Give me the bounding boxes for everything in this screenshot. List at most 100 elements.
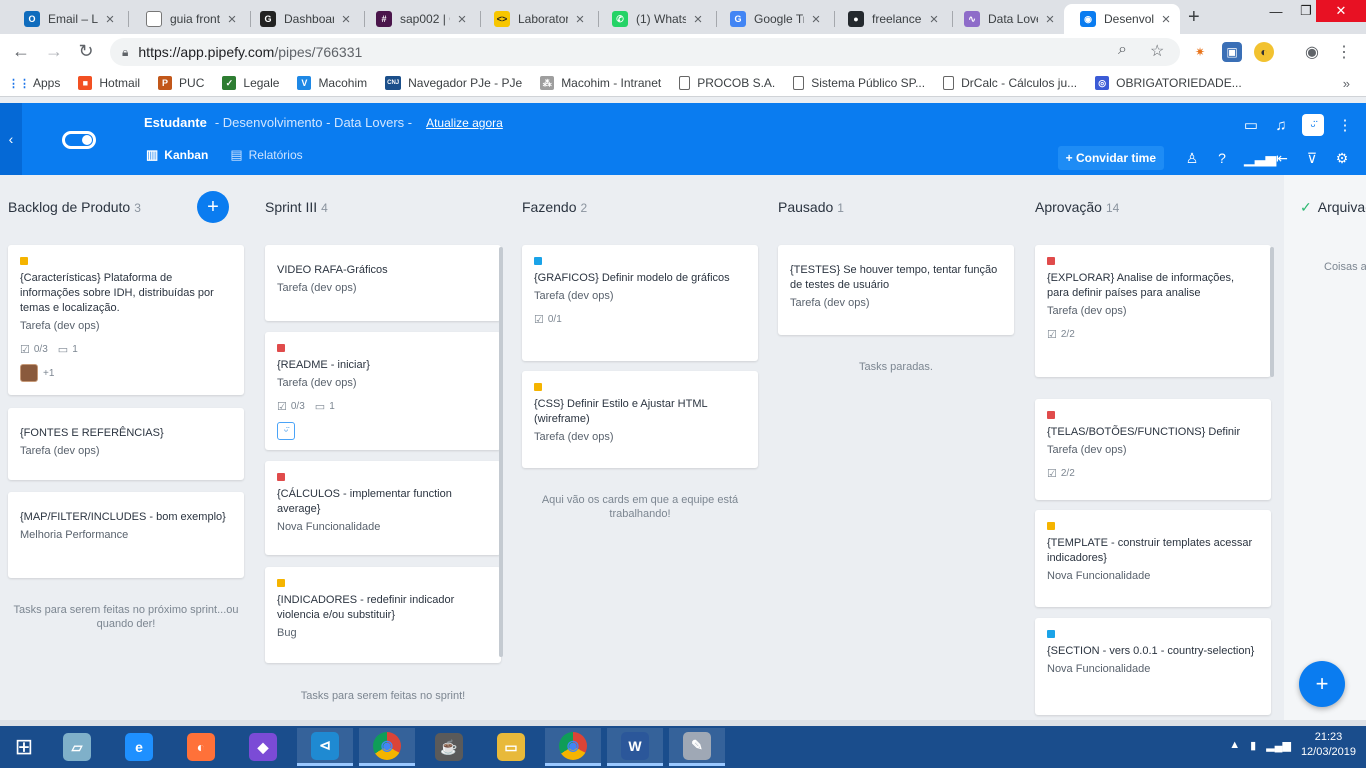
phase-header[interactable]: Sprint III 4	[265, 199, 328, 215]
tray-expand-icon[interactable]: ▲	[1229, 739, 1240, 751]
close-tab-icon[interactable]: ×	[926, 11, 942, 28]
close-tab-icon[interactable]: ×	[1042, 11, 1058, 28]
column-scrollbar[interactable]	[1270, 247, 1274, 377]
close-window-button[interactable]: ✕	[1316, 0, 1366, 22]
browser-tab[interactable]: O Email – Li ×	[8, 4, 124, 34]
pipe-name[interactable]: Estudante	[144, 115, 207, 130]
taskbar-app[interactable]: ▱	[49, 728, 105, 766]
zoom-icon[interactable]: ⌕	[1118, 41, 1127, 59]
back-arrow-icon[interactable]: ←	[10, 41, 32, 62]
taskbar-app[interactable]: ◐	[173, 728, 229, 766]
bookmark-item[interactable]: ⋮⋮ Apps	[8, 76, 60, 90]
kanban-card[interactable]: {TEMPLATE - construir templates acessar …	[1035, 510, 1271, 607]
forward-arrow-icon[interactable]: →	[43, 41, 65, 62]
phase-header[interactable]: Pausado 1	[778, 199, 844, 215]
kanban-card[interactable]: {EXPLORAR} Analise de informações, para …	[1035, 245, 1271, 377]
phase-header[interactable]: Backlog de Produto 3	[8, 199, 141, 215]
browser-tab[interactable]: ● freelancer ×	[832, 4, 948, 34]
user-avatar[interactable]: ᵕ̈	[1302, 114, 1324, 136]
bookmark-item[interactable]: ⁂ Macohim - Intranet	[540, 76, 661, 90]
browser-tab[interactable]: ◉ Desenvol ×	[1064, 4, 1180, 34]
bookmark-star-icon[interactable]: ☆	[1150, 41, 1164, 61]
url-bar[interactable]: 🔒︎ https://app.pipefy.com/pipes/766331	[110, 38, 1180, 66]
taskbar-app[interactable]: ◆	[235, 728, 291, 766]
browser-tab[interactable]: guia front ×	[130, 4, 246, 34]
bookmarks-overflow-button[interactable]: »	[1343, 76, 1350, 91]
close-tab-icon[interactable]: ×	[1158, 11, 1174, 28]
import-icon[interactable]: ⇤	[1274, 150, 1290, 167]
more-options-icon[interactable]: ⋮	[1336, 116, 1354, 134]
kanban-card[interactable]: VIDEO RAFA-Gráficos Tarefa (dev ops)	[265, 245, 501, 321]
taskbar-app[interactable]: e	[111, 728, 167, 766]
taskbar-app[interactable]: W	[607, 728, 663, 766]
close-tab-icon[interactable]: ×	[572, 11, 588, 28]
browser-tab[interactable]: ✆ (1) Whats ×	[596, 4, 712, 34]
phase-header[interactable]: ✓ Arquivado	[1300, 199, 1366, 216]
extension-icon[interactable]: ✷	[1190, 42, 1210, 62]
bookmark-item[interactable]: ◎ OBRIGATORIEDADE...	[1095, 76, 1242, 90]
bookmark-item[interactable]: V Macohim	[297, 76, 367, 90]
browser-tab[interactable]: # sap002 | C ×	[360, 4, 476, 34]
bookmark-item[interactable]: Sistema Público SP...	[793, 76, 925, 90]
taskbar-app[interactable]: ☕	[421, 728, 477, 766]
add-card-button[interactable]: +	[197, 191, 229, 223]
phase-header[interactable]: Fazendo 2	[522, 199, 587, 215]
assignee-avatar[interactable]: ᵕ̈	[277, 422, 295, 440]
reload-icon[interactable]: ↻	[75, 41, 97, 62]
bookmark-item[interactable]: ✓ Legale	[222, 76, 279, 90]
collapse-sidebar-icon[interactable]: ‹	[0, 103, 22, 175]
kanban-card[interactable]: {TELAS/BOTÕES/FUNCTIONS} Definir Tarefa (…	[1035, 399, 1271, 500]
browser-tab[interactable]: G Google Tr ×	[714, 4, 830, 34]
taskbar-app[interactable]: ⊲	[297, 728, 353, 766]
kanban-card[interactable]: {MAP/FILTER/INCLUDES - bom exemplo} Melho…	[8, 492, 244, 578]
close-tab-icon[interactable]: ×	[338, 11, 354, 28]
bookmark-item[interactable]: P PUC	[158, 76, 204, 90]
kanban-card[interactable]: {GRAFICOS} Definir modelo de gráficos Tar…	[522, 245, 758, 361]
phase-header[interactable]: Aprovação 14	[1035, 199, 1119, 215]
bookmark-item[interactable]: ■ Hotmail	[78, 76, 140, 90]
battery-icon[interactable]: ▮	[1250, 739, 1256, 752]
new-tab-button[interactable]: +	[1188, 6, 1200, 29]
extension-icon[interactable]: ◐	[1254, 42, 1274, 62]
taskbar-app[interactable]: ◉	[545, 728, 601, 766]
close-tab-icon[interactable]: ×	[808, 11, 824, 28]
kanban-card[interactable]: {CÁLCULOS - implementar function average…	[265, 461, 501, 555]
network-icon[interactable]: ▂▄▆	[1266, 739, 1291, 752]
windows-start-icon[interactable]: ⊞	[10, 734, 38, 759]
kanban-card[interactable]: {TESTES} Se houver tempo, tentar função …	[778, 245, 1014, 335]
view-tab-relatórios[interactable]: ▤ Relatórios	[230, 147, 302, 163]
browser-tab[interactable]: G Dashboar ×	[244, 4, 360, 34]
settings-gear-icon[interactable]: ⚙	[1334, 150, 1350, 167]
menu-icon[interactable]: ⋮	[1334, 42, 1354, 62]
bookmark-item[interactable]: CNJ Navegador PJe - PJe	[385, 76, 522, 90]
kanban-card[interactable]: {Características} Plataforma de informaç…	[8, 245, 244, 395]
update-now-link[interactable]: Atualize agora	[426, 116, 503, 130]
filter-icon[interactable]: ⊽	[1304, 150, 1320, 167]
card-assignees[interactable]: +1	[20, 364, 232, 382]
create-card-fab[interactable]: +	[1299, 661, 1345, 707]
reports-chart-icon[interactable]: ▁▃▅	[1244, 150, 1276, 167]
close-tab-icon[interactable]: ×	[102, 11, 118, 28]
profile-icon[interactable]: ◉	[1302, 42, 1322, 62]
kanban-card[interactable]: {README - iniciar} Tarefa (dev ops) ☑ 0/3 ▭ 1…	[265, 332, 501, 450]
kanban-card[interactable]: {SECTION - vers 0.0.1 - country-selectio…	[1035, 618, 1271, 715]
column-scrollbar[interactable]	[499, 247, 503, 657]
kanban-card[interactable]: {FONTES E REFERÊNCIAS} Tarefa (dev ops)	[8, 408, 244, 480]
close-tab-icon[interactable]: ×	[454, 11, 470, 28]
kanban-card[interactable]: {CSS} Definir Estilo e Ajustar HTML (wir…	[522, 371, 758, 468]
help-icon[interactable]: ?	[1214, 150, 1230, 166]
announcements-icon[interactable]: ▭	[1242, 116, 1260, 134]
notifications-bell-icon[interactable]: ♫	[1272, 117, 1290, 134]
browser-tab[interactable]: ∿ Data Love ×	[948, 4, 1064, 34]
pipefy-logo[interactable]	[62, 131, 96, 149]
taskbar-app[interactable]: ▭	[483, 728, 539, 766]
taskbar-app[interactable]: ◉	[359, 728, 415, 766]
close-tab-icon[interactable]: ×	[690, 11, 706, 28]
invite-team-button[interactable]: + Convidar time	[1057, 146, 1164, 170]
extension-icon[interactable]: ▣	[1222, 42, 1242, 62]
taskbar-app[interactable]: ✎	[669, 728, 725, 766]
members-icon[interactable]: ♙	[1184, 150, 1200, 167]
browser-tab[interactable]: <> Laborator ×	[478, 4, 594, 34]
view-tab-kanban[interactable]: ▥ Kanban	[146, 147, 208, 163]
system-clock[interactable]: 21:23 12/03/2019	[1301, 730, 1356, 760]
